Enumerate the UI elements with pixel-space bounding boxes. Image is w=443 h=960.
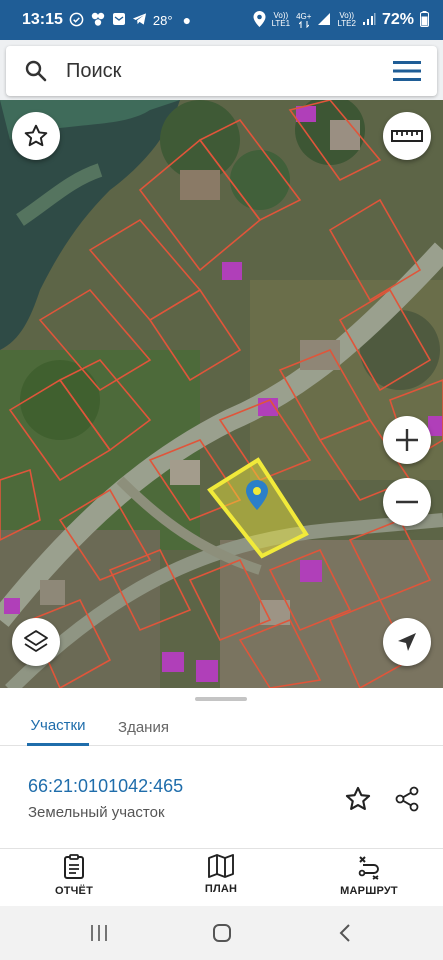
route-icon [358, 856, 379, 880]
layers-icon [24, 630, 48, 652]
system-navigation-bar [0, 906, 443, 960]
search-icon[interactable] [6, 59, 66, 83]
network-4g-indicator: 4G+ [296, 11, 312, 28]
ruler-icon [391, 130, 423, 142]
zoom-in-button[interactable] [383, 416, 431, 464]
battery-percent: 72% [381, 11, 414, 28]
search-bar[interactable]: Поиск [6, 46, 437, 96]
nav-plan-label: ПЛАН [204, 883, 238, 895]
object-type-tabs: Участки Здания [0, 702, 443, 746]
ruler-measure-button[interactable] [383, 112, 431, 160]
signal-1-icon [317, 12, 331, 28]
parcel-type: Земельный участок [28, 804, 165, 821]
data-arrows-icon [298, 20, 309, 28]
back-chevron-icon [339, 924, 350, 942]
check-circle-icon [69, 12, 84, 29]
status-right: Vo)) LTE1 4G+ Vo)) LTE2 72% [253, 11, 429, 29]
recent-apps-button[interactable] [84, 920, 114, 946]
bottom-navigation: ОТЧЁТ ПЛАН МАРШРУТ [0, 850, 443, 906]
nav-plan[interactable]: ПЛАН [176, 854, 266, 904]
app-cluster-icon [90, 12, 106, 29]
add-favorite-button[interactable] [341, 782, 375, 816]
cadastral-map[interactable] [0, 100, 443, 688]
search-input[interactable]: Поиск [66, 60, 377, 83]
nav-report-label: ОТЧЁТ [54, 885, 94, 897]
signal-2-icon [362, 12, 376, 28]
recent-apps-icon [91, 925, 107, 941]
favorites-map-button[interactable] [12, 112, 60, 160]
search-area: Поиск [0, 40, 443, 100]
zoom-out-button[interactable] [383, 478, 431, 526]
volte-2-indicator: Vo)) LTE2 [337, 12, 356, 28]
my-location-button[interactable] [383, 618, 431, 666]
parcel-pin-icon [246, 480, 268, 510]
satellite-imagery [0, 100, 443, 688]
nav-route-label: МАРШРУТ [340, 885, 398, 897]
map-plan-icon [208, 854, 234, 878]
back-button[interactable] [330, 920, 360, 946]
navigation-arrow-icon [398, 633, 416, 651]
location-icon [253, 11, 266, 29]
star-outline-icon [345, 786, 371, 810]
status-time: 13:15 [22, 11, 63, 28]
share-button[interactable] [390, 782, 424, 816]
bottom-sheet-handle[interactable] [195, 697, 247, 701]
tab-parcels[interactable]: Участки [27, 708, 89, 746]
parcel-info-card[interactable]: 66:21:0101042:465 Земельный участок [0, 746, 443, 849]
plus-icon [396, 429, 418, 451]
network-4g-label: 4G+ [296, 11, 312, 21]
more-dot-icon: ● [182, 12, 192, 28]
home-button[interactable] [207, 920, 237, 946]
nav-route[interactable]: МАРШРУТ [324, 854, 414, 904]
report-clipboard-icon [64, 854, 84, 879]
nav-report[interactable]: ОТЧЁТ [29, 854, 119, 904]
weather-temperature: 28° [152, 12, 173, 28]
tab-buildings[interactable]: Здания [116, 708, 171, 746]
status-bar: 13:15 28° ● Vo)) LTE1 4G+ Vo)) LTE2 72% [0, 0, 443, 40]
telegram-icon [132, 12, 147, 28]
battery-icon [420, 11, 429, 29]
volte-2-sub: LTE2 [337, 19, 356, 28]
volte-1-sub: LTE1 [271, 19, 291, 28]
share-icon [395, 786, 419, 812]
layers-button[interactable] [12, 618, 60, 666]
home-icon [213, 924, 231, 942]
cadastral-number[interactable]: 66:21:0101042:465 [28, 776, 183, 797]
status-left: 13:15 28° ● [22, 11, 191, 29]
minus-icon [396, 500, 418, 504]
hamburger-menu-icon[interactable] [377, 60, 437, 82]
volte-1-indicator: Vo)) LTE1 [272, 12, 291, 28]
star-outline-icon [24, 124, 48, 147]
mail-icon [112, 12, 126, 28]
